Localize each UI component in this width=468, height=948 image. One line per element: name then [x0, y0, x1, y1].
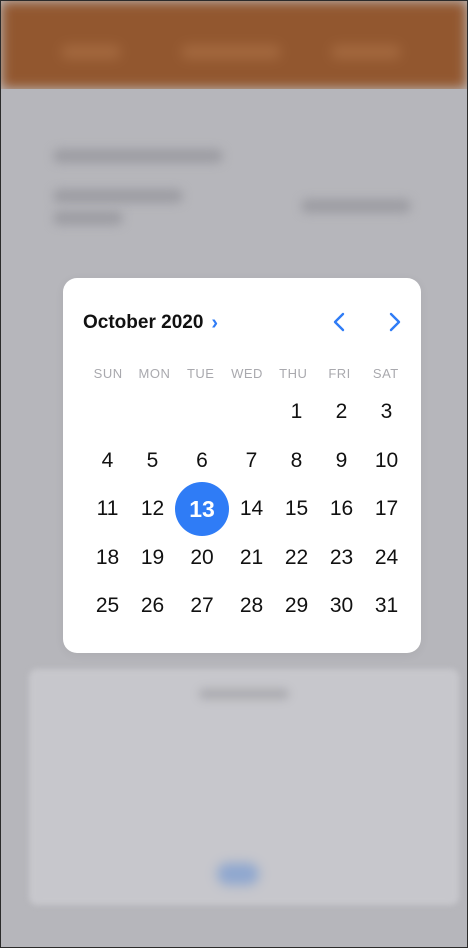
day-grid: 1 2 3 4 5 6 7 8 9 10 11 12 13 14 15 16 17 18 19 20 21 22 23 24 2…: [85, 388, 409, 631]
day-number: 23: [329, 545, 354, 569]
day-cell[interactable]: 18: [85, 534, 130, 583]
empty-day-cell: [85, 388, 130, 437]
day-number: 4: [101, 448, 114, 472]
next-month-button[interactable]: [381, 308, 409, 336]
day-cell[interactable]: 31: [364, 582, 409, 631]
empty-day-cell: [175, 388, 229, 437]
day-number: 8: [290, 448, 303, 472]
empty-day-cell: [229, 388, 274, 437]
day-cell[interactable]: 5: [130, 437, 175, 486]
month-year-label: October 2020: [83, 312, 204, 333]
day-cell[interactable]: 3: [364, 388, 409, 437]
day-number: 29: [284, 594, 309, 618]
day-number: 11: [96, 497, 119, 521]
day-number: 25: [95, 594, 120, 618]
day-number: 14: [239, 497, 264, 521]
day-number: 13: [175, 482, 229, 537]
day-cell[interactable]: 23: [319, 534, 364, 583]
day-number: 5: [146, 448, 159, 472]
day-number: 22: [284, 545, 309, 569]
day-cell[interactable]: 1: [274, 388, 319, 437]
chevron-right-icon: ›: [211, 312, 219, 334]
day-cell[interactable]: 16: [319, 485, 364, 534]
day-cell[interactable]: 9: [319, 437, 364, 486]
day-number: 2: [335, 400, 348, 424]
day-number: 12: [140, 497, 165, 521]
blurred-app-header: [1, 1, 467, 89]
day-number: 18: [95, 545, 120, 569]
month-year-selector[interactable]: October 2020 ›: [83, 312, 218, 334]
weekday-label: FRI: [328, 366, 351, 381]
day-number: 24: [374, 545, 399, 569]
weekday-label: TUE: [186, 366, 215, 381]
day-number: 1: [290, 400, 303, 424]
day-number: 30: [329, 594, 354, 618]
day-cell[interactable]: 27: [175, 582, 229, 631]
day-cell[interactable]: 8: [274, 437, 319, 486]
empty-day-cell: [130, 388, 175, 437]
day-cell[interactable]: 10: [364, 437, 409, 486]
blurred-element: [53, 189, 183, 203]
day-cell[interactable]: 14: [229, 485, 274, 534]
day-number: 10: [374, 448, 399, 472]
blurred-element: [331, 45, 401, 59]
day-cell[interactable]: 12: [130, 485, 175, 534]
weekday-label: SUN: [93, 366, 123, 381]
day-cell[interactable]: 15: [274, 485, 319, 534]
day-cell[interactable]: 7: [229, 437, 274, 486]
day-number: 17: [374, 497, 399, 521]
day-cell[interactable]: 17: [364, 485, 409, 534]
day-cell[interactable]: 30: [319, 582, 364, 631]
blurred-element: [61, 45, 121, 59]
blurred-element: [53, 149, 223, 163]
day-cell[interactable]: 26: [130, 582, 175, 631]
day-cell[interactable]: 20: [175, 534, 229, 583]
day-number: 19: [140, 545, 165, 569]
weekday-label: SAT: [372, 366, 399, 381]
day-number: 16: [329, 497, 354, 521]
chevron-left-icon: [333, 312, 345, 332]
day-number: 21: [239, 545, 264, 569]
day-cell[interactable]: 22: [274, 534, 319, 583]
day-number: 15: [284, 497, 309, 521]
weekday-label: WED: [231, 366, 263, 381]
previous-month-button[interactable]: [325, 308, 353, 336]
day-cell[interactable]: 25: [85, 582, 130, 631]
day-number: 6: [196, 448, 208, 472]
day-cell[interactable]: 21: [229, 534, 274, 583]
day-cell[interactable]: 6: [175, 437, 229, 486]
day-number: 3: [380, 400, 393, 424]
day-cell[interactable]: 29: [274, 582, 319, 631]
day-number: 31: [374, 594, 399, 618]
blurred-element: [217, 863, 259, 885]
app-frame: October 2020 › SUN MON TUE WED THU FRI S…: [0, 0, 468, 948]
day-cell[interactable]: 2: [319, 388, 364, 437]
chevron-right-icon: [389, 312, 401, 332]
day-number: 9: [335, 448, 348, 472]
blurred-element: [301, 199, 411, 213]
date-picker-popover: October 2020 › SUN MON TUE WED THU FRI S…: [63, 278, 421, 653]
day-number: 27: [190, 594, 214, 618]
day-number: 26: [140, 594, 165, 618]
day-cell[interactable]: 19: [130, 534, 175, 583]
weekday-label: MON: [138, 366, 171, 381]
blurred-card: [29, 669, 459, 905]
day-cell[interactable]: 4: [85, 437, 130, 486]
day-cell-selected[interactable]: 13: [175, 482, 229, 537]
blurred-element: [181, 45, 281, 59]
blurred-element: [53, 211, 123, 225]
blurred-element: [199, 689, 289, 699]
day-number: 28: [239, 594, 264, 618]
day-number: 7: [245, 448, 258, 472]
day-cell[interactable]: 11: [85, 485, 130, 534]
day-number: 20: [190, 545, 214, 569]
day-cell[interactable]: 24: [364, 534, 409, 583]
weekday-label: THU: [279, 366, 308, 381]
weekday-header: SUN MON TUE WED THU FRI SAT: [85, 366, 409, 381]
day-cell[interactable]: 28: [229, 582, 274, 631]
